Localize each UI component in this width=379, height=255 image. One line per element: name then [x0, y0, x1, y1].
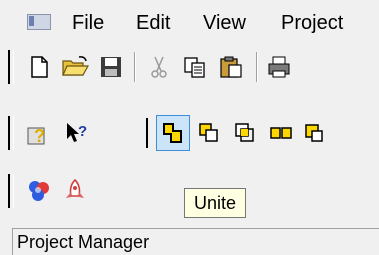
tooltip: Unite — [184, 188, 246, 218]
paste-icon[interactable] — [214, 49, 248, 85]
menu-view[interactable]: View — [203, 11, 246, 35]
toolbar-grip[interactable] — [8, 174, 14, 208]
print-icon[interactable] — [262, 49, 296, 85]
split-icon[interactable] — [264, 115, 298, 151]
help-book-icon[interactable]: ? — [22, 115, 56, 151]
intersect-icon[interactable] — [228, 115, 262, 151]
cut-icon[interactable] — [142, 49, 176, 85]
object-toolbar — [8, 170, 128, 214]
rocket-icon[interactable] — [58, 173, 92, 209]
new-document-icon[interactable] — [22, 49, 56, 85]
save-icon[interactable] — [94, 49, 128, 85]
toolbar-grip[interactable] — [8, 50, 14, 84]
subtract-icon[interactable] — [192, 115, 226, 151]
menu-bar: File Edit View Project — [0, 0, 379, 42]
separator — [256, 52, 258, 82]
standard-toolbar — [8, 46, 379, 90]
svg-text:?: ? — [34, 126, 45, 146]
separator — [146, 118, 148, 148]
unite-icon[interactable] — [156, 115, 190, 151]
project-manager-panel-title[interactable]: Project Manager — [12, 228, 379, 255]
boolean-toolbar: ? ? — [8, 112, 379, 156]
overlap-icon[interactable] — [298, 115, 332, 151]
context-help-icon[interactable]: ? — [60, 115, 94, 151]
app-icon[interactable] — [27, 14, 51, 30]
menu-file[interactable]: File — [72, 11, 104, 35]
svg-text:?: ? — [78, 123, 87, 140]
menu-project[interactable]: Project — [281, 11, 343, 35]
molecule-icon[interactable] — [22, 173, 56, 209]
separator — [134, 52, 136, 82]
toolbar-grip[interactable] — [8, 116, 14, 150]
copy-icon[interactable] — [178, 49, 212, 85]
open-folder-icon[interactable] — [58, 49, 92, 85]
menu-edit[interactable]: Edit — [136, 11, 170, 35]
